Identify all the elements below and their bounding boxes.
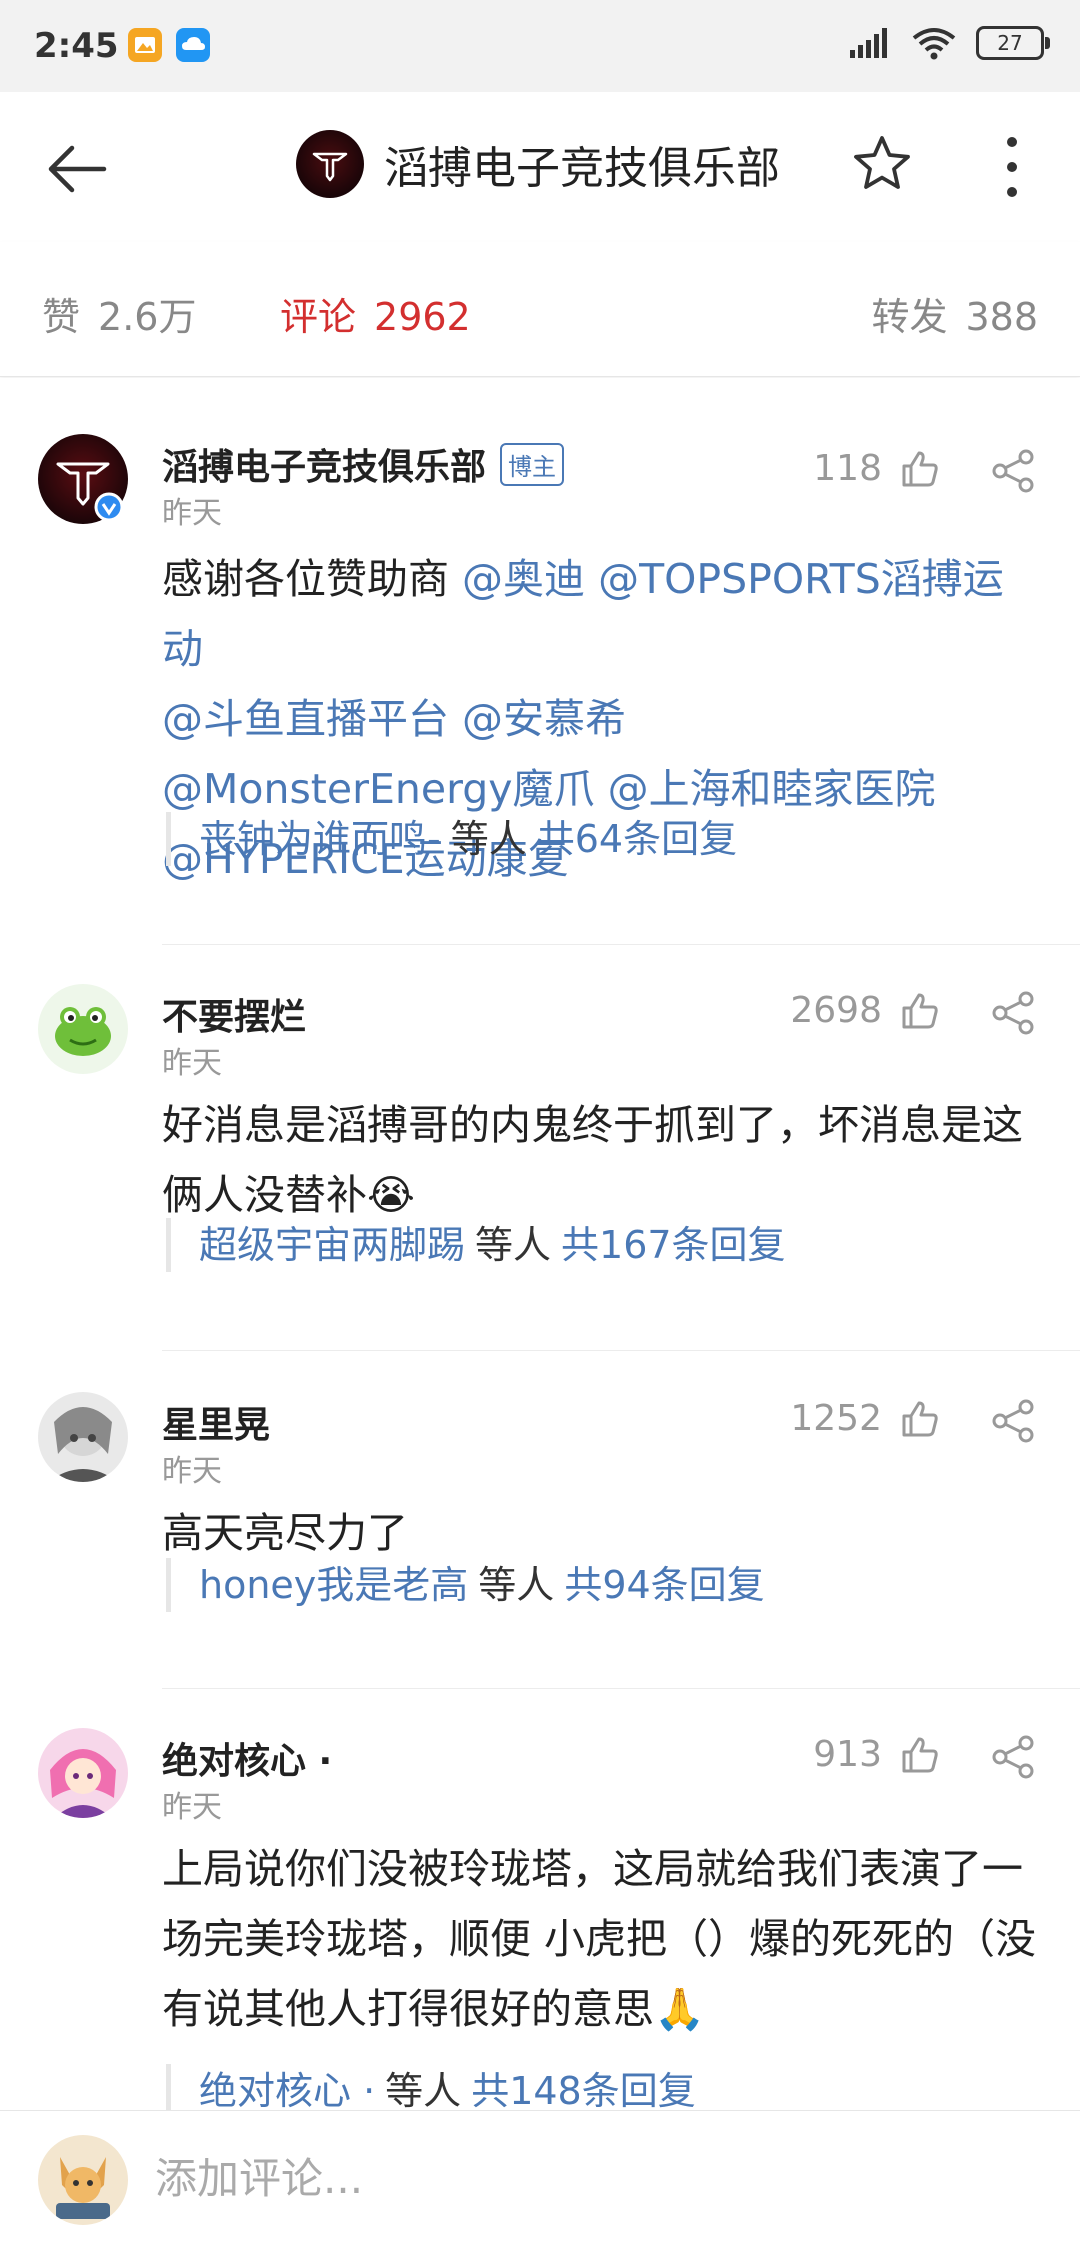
comment-author-row: 星里晃 (162, 1396, 270, 1448)
thumbs-up-icon (902, 993, 938, 1028)
share-icon[interactable] (990, 1734, 1036, 1780)
status-time: 2:45 (34, 26, 119, 66)
favorite-star-icon[interactable] (850, 132, 914, 196)
comment-text: 上局说你们没被玲珑塔，这局就给我们表演了一场完美玲珑塔，顺便 小虎把（）爆的死死… (162, 1845, 1037, 2033)
mention-link[interactable]: @上海和睦家医院 (608, 765, 936, 813)
author-badge: 博主 (500, 442, 565, 486)
avatar[interactable] (38, 1728, 128, 1818)
wifi-icon (912, 28, 956, 60)
mention-link[interactable]: @斗鱼直播平台 (162, 695, 449, 743)
more-options-icon[interactable] (992, 132, 1032, 202)
my-avatar[interactable] (38, 2135, 128, 2225)
verified-icon (94, 492, 124, 522)
comment-time: 昨天 (162, 496, 222, 531)
reposts-tab[interactable]: 转发 388 (871, 286, 1038, 341)
comment-time: 昨天 (162, 1046, 222, 1081)
comment-author[interactable]: 星里晃 (162, 1396, 270, 1448)
comment-author[interactable]: 绝对核心 · (162, 1732, 332, 1784)
share-icon[interactable] (990, 1398, 1036, 1444)
likes-tab[interactable]: 赞 2.6万 (42, 286, 196, 341)
divider (162, 1350, 1080, 1351)
back-arrow-icon[interactable] (42, 134, 112, 204)
gallery-notification-icon (128, 28, 162, 62)
header-title-group[interactable]: 滔搏电子竞技俱乐部 (296, 130, 780, 198)
divider (162, 1688, 1080, 1689)
comment-text: 好消息是滔搏哥的内鬼终于抓到了，坏消息是这俩人没替补😭 (162, 1101, 1023, 1219)
mention-link[interactable]: @MonsterEnergy魔爪 (162, 765, 595, 813)
comment-input[interactable]: 添加评论... (155, 2145, 363, 2206)
mention-link[interactable]: @奥迪 (462, 555, 585, 603)
comment-composer: 添加评论... (0, 2110, 1080, 2249)
battery-indicator: 27 (976, 26, 1050, 60)
stats-bar: 赞 2.6万 评论 2962 转发 388 (0, 242, 1080, 377)
divider (162, 944, 1080, 945)
share-icon[interactable] (990, 448, 1036, 494)
replies-preview[interactable]: 丧钟为谁而鸣- 等人 共64条回复 (166, 812, 737, 866)
comment-author-row: 滔搏电子竞技俱乐部 博主 (162, 438, 565, 490)
mention-link[interactable]: @安慕希 (462, 695, 626, 743)
comment-author-row: 绝对核心 · (162, 1732, 332, 1784)
like-button[interactable]: 913 (813, 1734, 940, 1775)
cloud-notification-icon (176, 28, 210, 62)
comment-list[interactable]: 滔搏电子竞技俱乐部 博主 昨天 118 感谢各位赞助商 @奥迪 @TOPSPOR… (0, 378, 1080, 2110)
comment-author[interactable]: 不要摆烂 (162, 988, 306, 1040)
thumbs-up-icon (902, 1737, 938, 1772)
avatar[interactable] (38, 984, 128, 1074)
thumbs-up-icon (902, 451, 938, 486)
comment-time: 昨天 (162, 1790, 222, 1825)
comment-author[interactable]: 滔搏电子竞技俱乐部 (162, 438, 486, 490)
signal-icon (850, 28, 887, 58)
comment-author-row: 不要摆烂 (162, 988, 306, 1040)
status-bar: 2:45 27 (0, 0, 1080, 92)
comments-tab[interactable]: 评论 2962 (280, 286, 471, 341)
thumbs-up-icon (902, 1401, 938, 1436)
avatar[interactable] (38, 1392, 128, 1482)
club-logo-icon (296, 130, 364, 198)
replies-preview[interactable]: 超级宇宙两脚踢 等人 共167条回复 (166, 1218, 786, 1272)
like-button[interactable]: 1252 (790, 1398, 940, 1439)
comment-time: 昨天 (162, 1454, 222, 1489)
like-button[interactable]: 2698 (790, 990, 940, 1031)
share-icon[interactable] (990, 990, 1036, 1036)
page-title: 滔搏电子竞技俱乐部 (384, 143, 780, 194)
replies-preview[interactable]: honey我是老高 等人 共94条回复 (166, 1558, 765, 1612)
like-button[interactable]: 118 (813, 448, 940, 489)
replies-preview[interactable]: 绝对核心 · 等人 共148条回复 (166, 2064, 696, 2110)
top-app-bar: 滔搏电子竞技俱乐部 (0, 92, 1080, 242)
